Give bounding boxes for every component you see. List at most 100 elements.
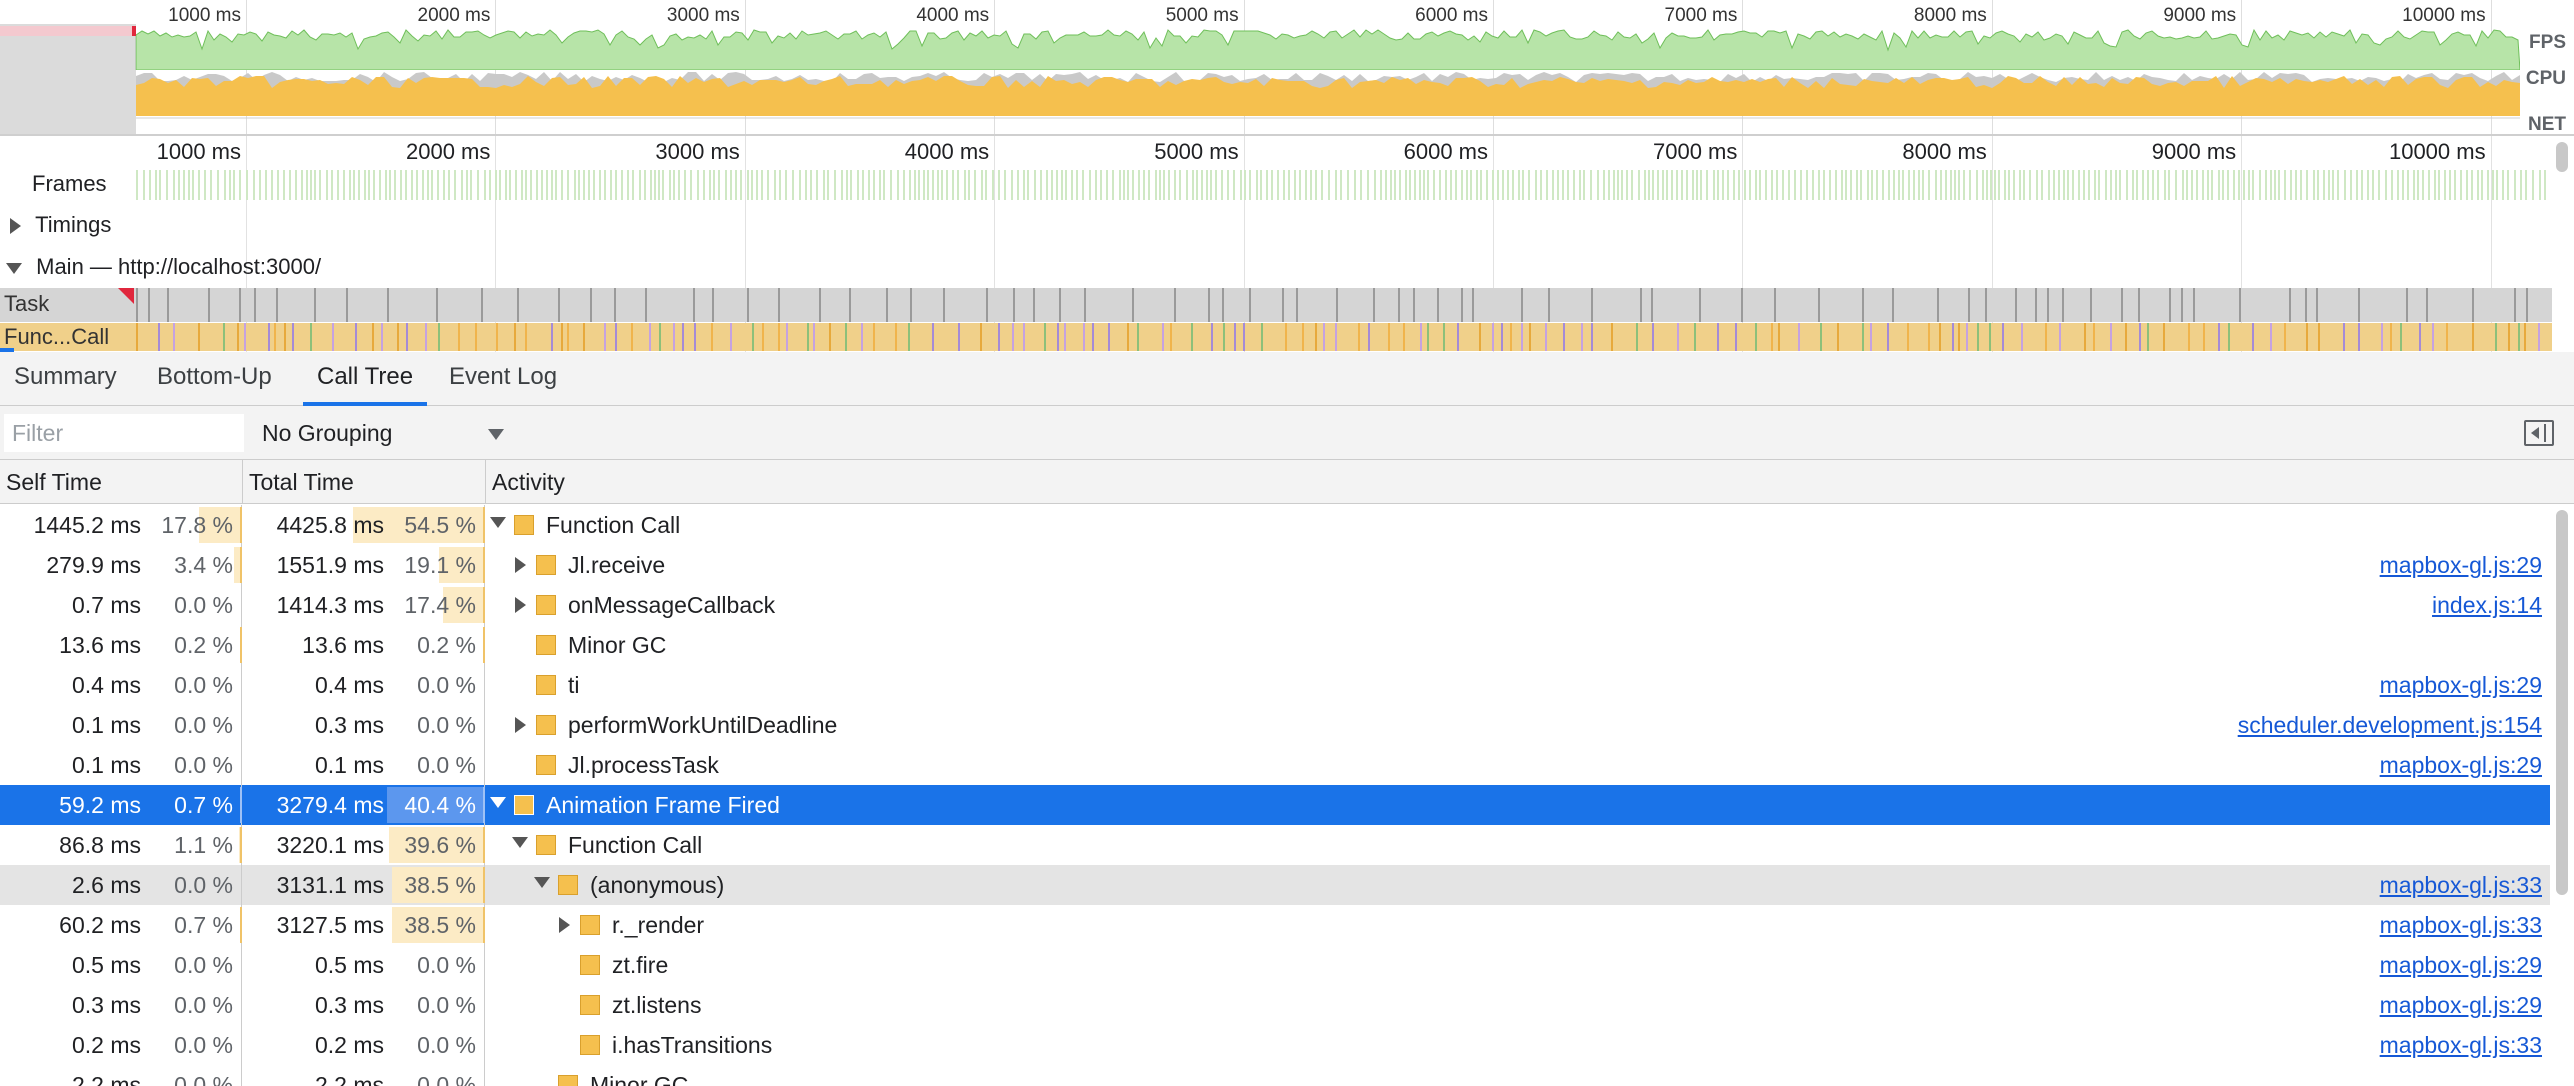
frame-bar bbox=[2105, 170, 2107, 200]
frame-bar bbox=[941, 170, 943, 200]
function-call-block bbox=[1443, 323, 1445, 351]
frame-bar bbox=[1497, 170, 1499, 200]
frame-bar bbox=[909, 170, 911, 200]
frame-bar bbox=[1759, 170, 1761, 200]
function-call-block bbox=[1127, 323, 1129, 351]
flame-scrollbar[interactable] bbox=[2556, 142, 2568, 172]
timeline-overview[interactable]: 1000 ms 2000 ms 3000 ms 4000 ms 5000 ms 6000 … bbox=[0, 0, 2574, 136]
task-block bbox=[2239, 288, 2241, 322]
frame-bar bbox=[1922, 170, 1924, 200]
source-link[interactable]: mapbox-gl.js:29 bbox=[2380, 745, 2542, 785]
function-call-block bbox=[682, 323, 684, 351]
frame-bar bbox=[1722, 170, 1724, 200]
flame-tick-label: 1000 ms bbox=[156, 139, 241, 164]
tab-bottom-up[interactable]: Bottom-Up bbox=[143, 352, 286, 406]
table-row[interactable]: 0.1 ms 0.0 % 0.1 ms 0.0 % Jl.processTask mapb… bbox=[0, 745, 2550, 785]
source-link[interactable]: mapbox-gl.js:29 bbox=[2380, 665, 2542, 705]
timings-track-header[interactable]: Timings bbox=[10, 212, 111, 238]
time-percent: 54.5 % bbox=[404, 512, 476, 538]
table-row[interactable]: 2.6 ms 0.0 % 3131.1 ms 38.5 % (anonymous) map… bbox=[0, 865, 2550, 905]
flame-chart[interactable]: 1000 ms 2000 ms 3000 ms 4000 ms 5000 ms 6000 … bbox=[0, 136, 2574, 352]
table-row[interactable]: 2.2 ms 0.0 % 2.2 ms 0.0 % Minor GC bbox=[0, 1065, 2550, 1086]
expand-arrow-icon[interactable] bbox=[515, 597, 526, 613]
function-call-block bbox=[1023, 323, 1025, 351]
frame-bar bbox=[1076, 170, 1078, 200]
table-row[interactable]: 60.2 ms 0.7 % 3127.5 ms 38.5 % r._render mapb… bbox=[0, 905, 2550, 945]
collapse-arrow-icon[interactable] bbox=[512, 837, 528, 848]
frame-bar bbox=[684, 170, 686, 200]
activity-name: ti bbox=[568, 672, 580, 698]
column-self-time[interactable]: Self Time bbox=[0, 460, 243, 504]
source-link[interactable]: mapbox-gl.js:33 bbox=[2380, 865, 2542, 905]
table-row[interactable]: 0.2 ms 0.0 % 0.2 ms 0.0 % i.hasTransitions ma… bbox=[0, 1025, 2550, 1065]
time-percent: 1.1 % bbox=[174, 832, 233, 858]
tab-summary[interactable]: Summary bbox=[0, 352, 131, 406]
frame-bar bbox=[2422, 170, 2424, 200]
sidebar-toggle-icon[interactable] bbox=[2524, 420, 2554, 446]
table-row[interactable]: 0.5 ms 0.0 % 0.5 ms 0.0 % zt.fire mapbox-gl.j… bbox=[0, 945, 2550, 985]
source-link[interactable]: mapbox-gl.js:29 bbox=[2380, 985, 2542, 1025]
table-row[interactable]: 1445.2 ms 17.8 % 4425.8 ms 54.5 % Function C… bbox=[0, 505, 2550, 545]
function-call-block bbox=[1261, 323, 1263, 351]
task-blocks[interactable] bbox=[136, 288, 2550, 322]
main-track-header[interactable]: Main — http://localhost:3000/ bbox=[6, 254, 321, 280]
table-row[interactable]: 0.4 ms 0.0 % 0.4 ms 0.0 % ti mapbox-gl.js:29 bbox=[0, 665, 2550, 705]
tab-call-tree[interactable]: Call Tree bbox=[303, 352, 428, 406]
frame-bar bbox=[301, 170, 303, 200]
table-row[interactable]: 0.7 ms 0.0 % 1414.3 ms 17.4 % onMessageCallb… bbox=[0, 585, 2550, 625]
function-call-block bbox=[173, 323, 175, 351]
expand-arrow-icon[interactable] bbox=[515, 717, 526, 733]
table-row[interactable]: 0.3 ms 0.0 % 0.3 ms 0.0 % zt.listens mapbox-g… bbox=[0, 985, 2550, 1025]
table-row[interactable]: 13.6 ms 0.2 % 13.6 ms 0.2 % Minor GC bbox=[0, 625, 2550, 665]
collapse-arrow-icon[interactable] bbox=[490, 797, 506, 808]
collapse-arrow-icon[interactable] bbox=[6, 262, 22, 274]
frame-bar bbox=[551, 170, 553, 200]
table-row[interactable]: 0.1 ms 0.0 % 0.3 ms 0.0 % performWorkUntilDe… bbox=[0, 705, 2550, 745]
frame-bar bbox=[1692, 170, 1694, 200]
overview-unselected-region[interactable] bbox=[0, 24, 136, 134]
source-link[interactable]: index.js:14 bbox=[2432, 585, 2542, 625]
frame-bar bbox=[1119, 170, 1121, 200]
expand-arrow-icon[interactable] bbox=[10, 218, 21, 235]
function-call-row-label: Func...Call bbox=[4, 324, 110, 349]
function-call-block bbox=[372, 323, 374, 351]
grouping-select[interactable]: No Grouping bbox=[250, 414, 520, 452]
collapse-arrow-icon[interactable] bbox=[490, 517, 506, 528]
frame-bar bbox=[2344, 170, 2346, 200]
tab-event-log[interactable]: Event Log bbox=[435, 352, 571, 406]
source-link[interactable]: mapbox-gl.js:33 bbox=[2380, 905, 2542, 945]
frame-bar bbox=[1590, 170, 1592, 200]
source-link[interactable]: mapbox-gl.js:29 bbox=[2380, 945, 2542, 985]
frame-bar bbox=[1518, 170, 1520, 200]
source-link[interactable]: scheduler.development.js:154 bbox=[2238, 705, 2542, 745]
activity-name: Function Call bbox=[568, 832, 703, 858]
source-link[interactable]: mapbox-gl.js:33 bbox=[2380, 1025, 2542, 1065]
table-row[interactable]: 59.2 ms 0.7 % 3279.4 ms 40.4 % Animation Fra… bbox=[0, 785, 2550, 825]
table-row[interactable]: 86.8 ms 1.1 % 3220.1 ms 39.6 % Function Call bbox=[0, 825, 2550, 865]
frame-bar bbox=[1573, 170, 1575, 200]
frame-bar bbox=[927, 170, 929, 200]
function-call-blocks[interactable] bbox=[136, 323, 2550, 351]
call-tree-scrollbar[interactable] bbox=[2556, 510, 2568, 895]
frame-bar bbox=[368, 170, 370, 200]
expand-arrow-icon[interactable] bbox=[559, 917, 570, 933]
column-total-time[interactable]: Total Time bbox=[243, 460, 486, 504]
expand-arrow-icon[interactable] bbox=[515, 557, 526, 573]
task-block bbox=[314, 288, 316, 322]
frame-bar bbox=[654, 170, 656, 200]
table-row[interactable]: 279.9 ms 3.4 % 1551.9 ms 19.1 % Jl.receive ma… bbox=[0, 545, 2550, 585]
column-activity[interactable]: Activity bbox=[486, 460, 2574, 504]
frame-bar bbox=[868, 170, 870, 200]
function-call-block bbox=[2045, 323, 2047, 351]
task-block bbox=[1651, 288, 1653, 322]
frame-bar bbox=[1360, 170, 1362, 200]
function-call-block bbox=[1137, 323, 1139, 351]
source-link[interactable]: mapbox-gl.js:29 bbox=[2380, 545, 2542, 585]
filter-input[interactable] bbox=[4, 414, 244, 452]
frames-track[interactable] bbox=[136, 170, 2546, 200]
frame-bar bbox=[2492, 170, 2494, 200]
frame-bar bbox=[1399, 170, 1401, 200]
frame-bar bbox=[521, 170, 523, 200]
collapse-arrow-icon[interactable] bbox=[534, 877, 550, 888]
function-call-block bbox=[1798, 323, 1800, 351]
